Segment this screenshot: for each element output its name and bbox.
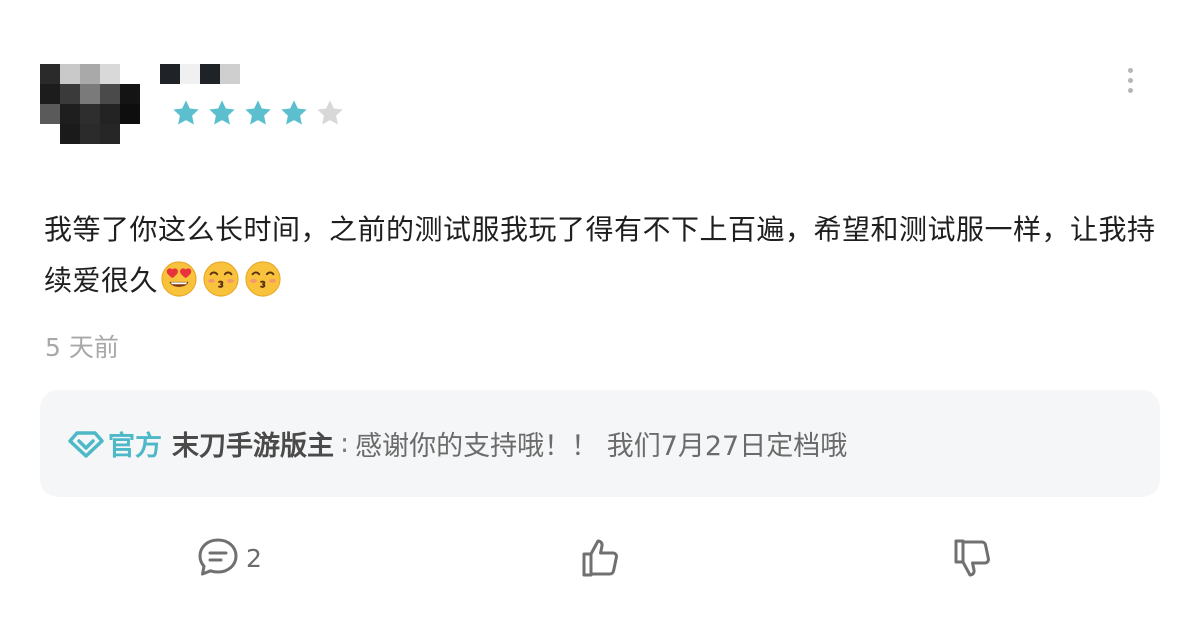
reply-text: 感谢你的支持哦！！ 我们7月27日定档哦: [355, 431, 848, 462]
more-options-button[interactable]: [1116, 66, 1144, 94]
emoji-group: [160, 260, 282, 298]
thumbs-down-icon: [954, 539, 990, 577]
star-rating: [170, 97, 346, 129]
star-filled-icon: [281, 100, 307, 125]
review-text: 我等了你这么长时间，之前的测试服我玩了得有不下上百遍，希望和测试服一样，让我持续…: [44, 204, 1160, 306]
official-reply-line: 官方 末刀手游版主 : 感谢你的支持哦！！ 我们7月27日定档哦: [68, 424, 847, 463]
comment-button[interactable]: 2: [196, 536, 262, 580]
thumbs-up-icon: [582, 539, 618, 577]
reply-author-name[interactable]: 末刀手游版主: [172, 424, 334, 463]
dot: [1127, 67, 1133, 73]
star-filled-icon: [209, 100, 235, 125]
kissing-smiling-eyes-emoji-icon: [245, 261, 281, 297]
comment-count: 2: [246, 543, 262, 573]
star-empty-icon: [317, 100, 343, 125]
comment-icon: [198, 538, 238, 576]
heart-eyes-emoji-icon: [161, 261, 197, 297]
reply-separator: :: [340, 428, 350, 459]
dot: [1127, 87, 1133, 93]
star-filled-icon: [173, 100, 199, 125]
official-badge-icon: [68, 430, 104, 458]
username[interactable]: [160, 64, 240, 84]
review-card: 我等了你这么长时间，之前的测试服我玩了得有不下上百遍，希望和测试服一样，让我持续…: [0, 0, 1202, 618]
star-filled-icon: [245, 100, 271, 125]
like-button[interactable]: [578, 536, 622, 580]
official-reply-box[interactable]: 官方 末刀手游版主 : 感谢你的支持哦！！ 我们7月27日定档哦: [40, 390, 1160, 497]
dot: [1127, 77, 1133, 83]
official-label: 官方: [108, 431, 162, 462]
kissing-smiling-eyes-emoji-icon: [203, 261, 239, 297]
dislike-button[interactable]: [950, 536, 994, 580]
timestamp: 5 天前: [45, 333, 119, 362]
avatar[interactable]: [40, 64, 140, 144]
